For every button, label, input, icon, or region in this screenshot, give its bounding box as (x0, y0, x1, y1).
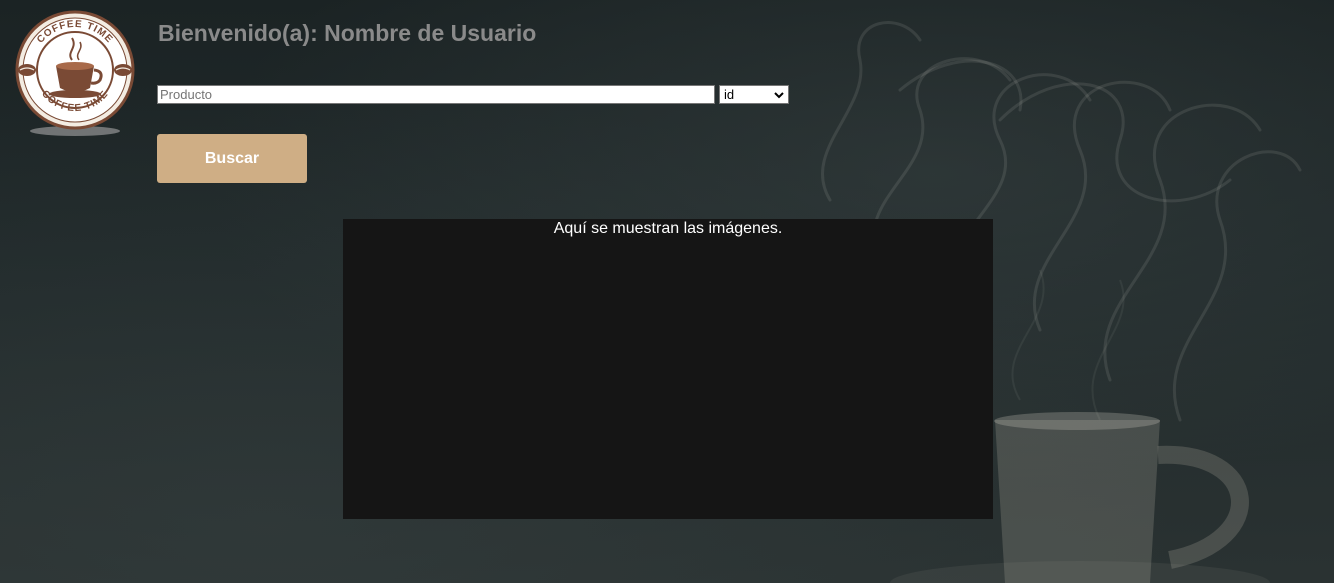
product-search-input[interactable] (157, 85, 715, 104)
chevron-down-icon (774, 91, 784, 98)
gallery-placeholder-text: Aquí se muestran las imágenes. (553, 220, 783, 237)
image-gallery-panel: Aquí se muestran las imágenes. (343, 219, 993, 519)
welcome-title: Bienvenido(a): Nombre de Usuario (158, 20, 537, 46)
search-filter-select[interactable]: id (719, 85, 789, 104)
search-filter-value: id (724, 87, 735, 102)
coffee-time-logo: COFFEE TIME COFFEE TIME (14, 8, 136, 138)
search-button[interactable]: Buscar (157, 134, 307, 183)
